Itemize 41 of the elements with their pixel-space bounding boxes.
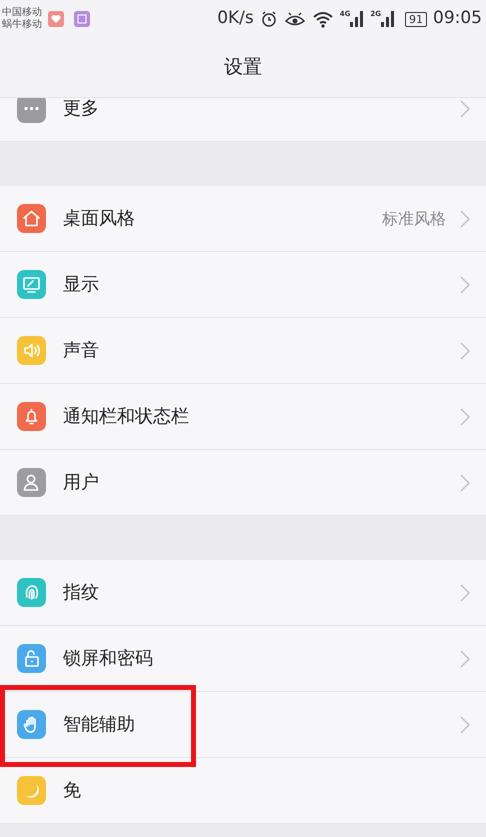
clock-time: 09:05: [433, 7, 482, 30]
settings-row[interactable]: 显示: [0, 252, 486, 318]
row-label: 显示: [63, 273, 99, 297]
row-label: 指纹: [63, 581, 99, 605]
chevron-right-icon: [460, 276, 470, 294]
wifi-icon: [312, 10, 334, 28]
settings-row[interactable]: 锁屏和密码: [0, 626, 486, 692]
signal-icon: [381, 11, 395, 27]
chevron-right-icon: [460, 716, 470, 734]
heart-app-icon: [48, 11, 64, 27]
settings-row[interactable]: 通知栏和状态栏: [0, 384, 486, 450]
row-label: 智能辅助: [63, 713, 135, 737]
network-speed: 0K/s: [217, 7, 254, 30]
row-label: 通知栏和状态栏: [63, 405, 189, 429]
chevron-right-icon: [460, 342, 470, 360]
settings-row[interactable]: 免: [0, 758, 486, 824]
eye-icon: [284, 10, 306, 28]
carrier-name: 蜗牛移动: [2, 19, 42, 31]
row-label: 更多: [63, 98, 99, 121]
chevron-right-icon: [460, 210, 470, 228]
settings-row[interactable]: 指纹: [0, 560, 486, 626]
row-label: 桌面风格: [63, 207, 135, 231]
row-label: 锁屏和密码: [63, 647, 153, 671]
chevron-right-icon: [460, 584, 470, 602]
page-title: 设置: [224, 55, 262, 80]
settings-row[interactable]: 桌面风格 标准风格: [0, 186, 486, 252]
row-label: 用户: [63, 471, 99, 495]
settings-row[interactable]: 声音: [0, 318, 486, 384]
carrier-name: 中国移动: [2, 7, 42, 18]
chevron-right-icon: [460, 408, 470, 426]
row-value: 标准风格: [382, 208, 446, 230]
row-label: 声音: [63, 339, 99, 363]
battery-icon: 91: [405, 12, 427, 26]
gallery-app-icon: [74, 11, 90, 27]
row-label: 免: [63, 779, 81, 803]
alarm-icon: [260, 10, 278, 28]
chevron-right-icon: [460, 650, 470, 668]
chevron-right-icon: [460, 474, 470, 492]
signal-icon: [350, 11, 364, 27]
chevron-right-icon: [460, 100, 470, 118]
settings-row[interactable]: 智能辅助: [0, 692, 486, 758]
